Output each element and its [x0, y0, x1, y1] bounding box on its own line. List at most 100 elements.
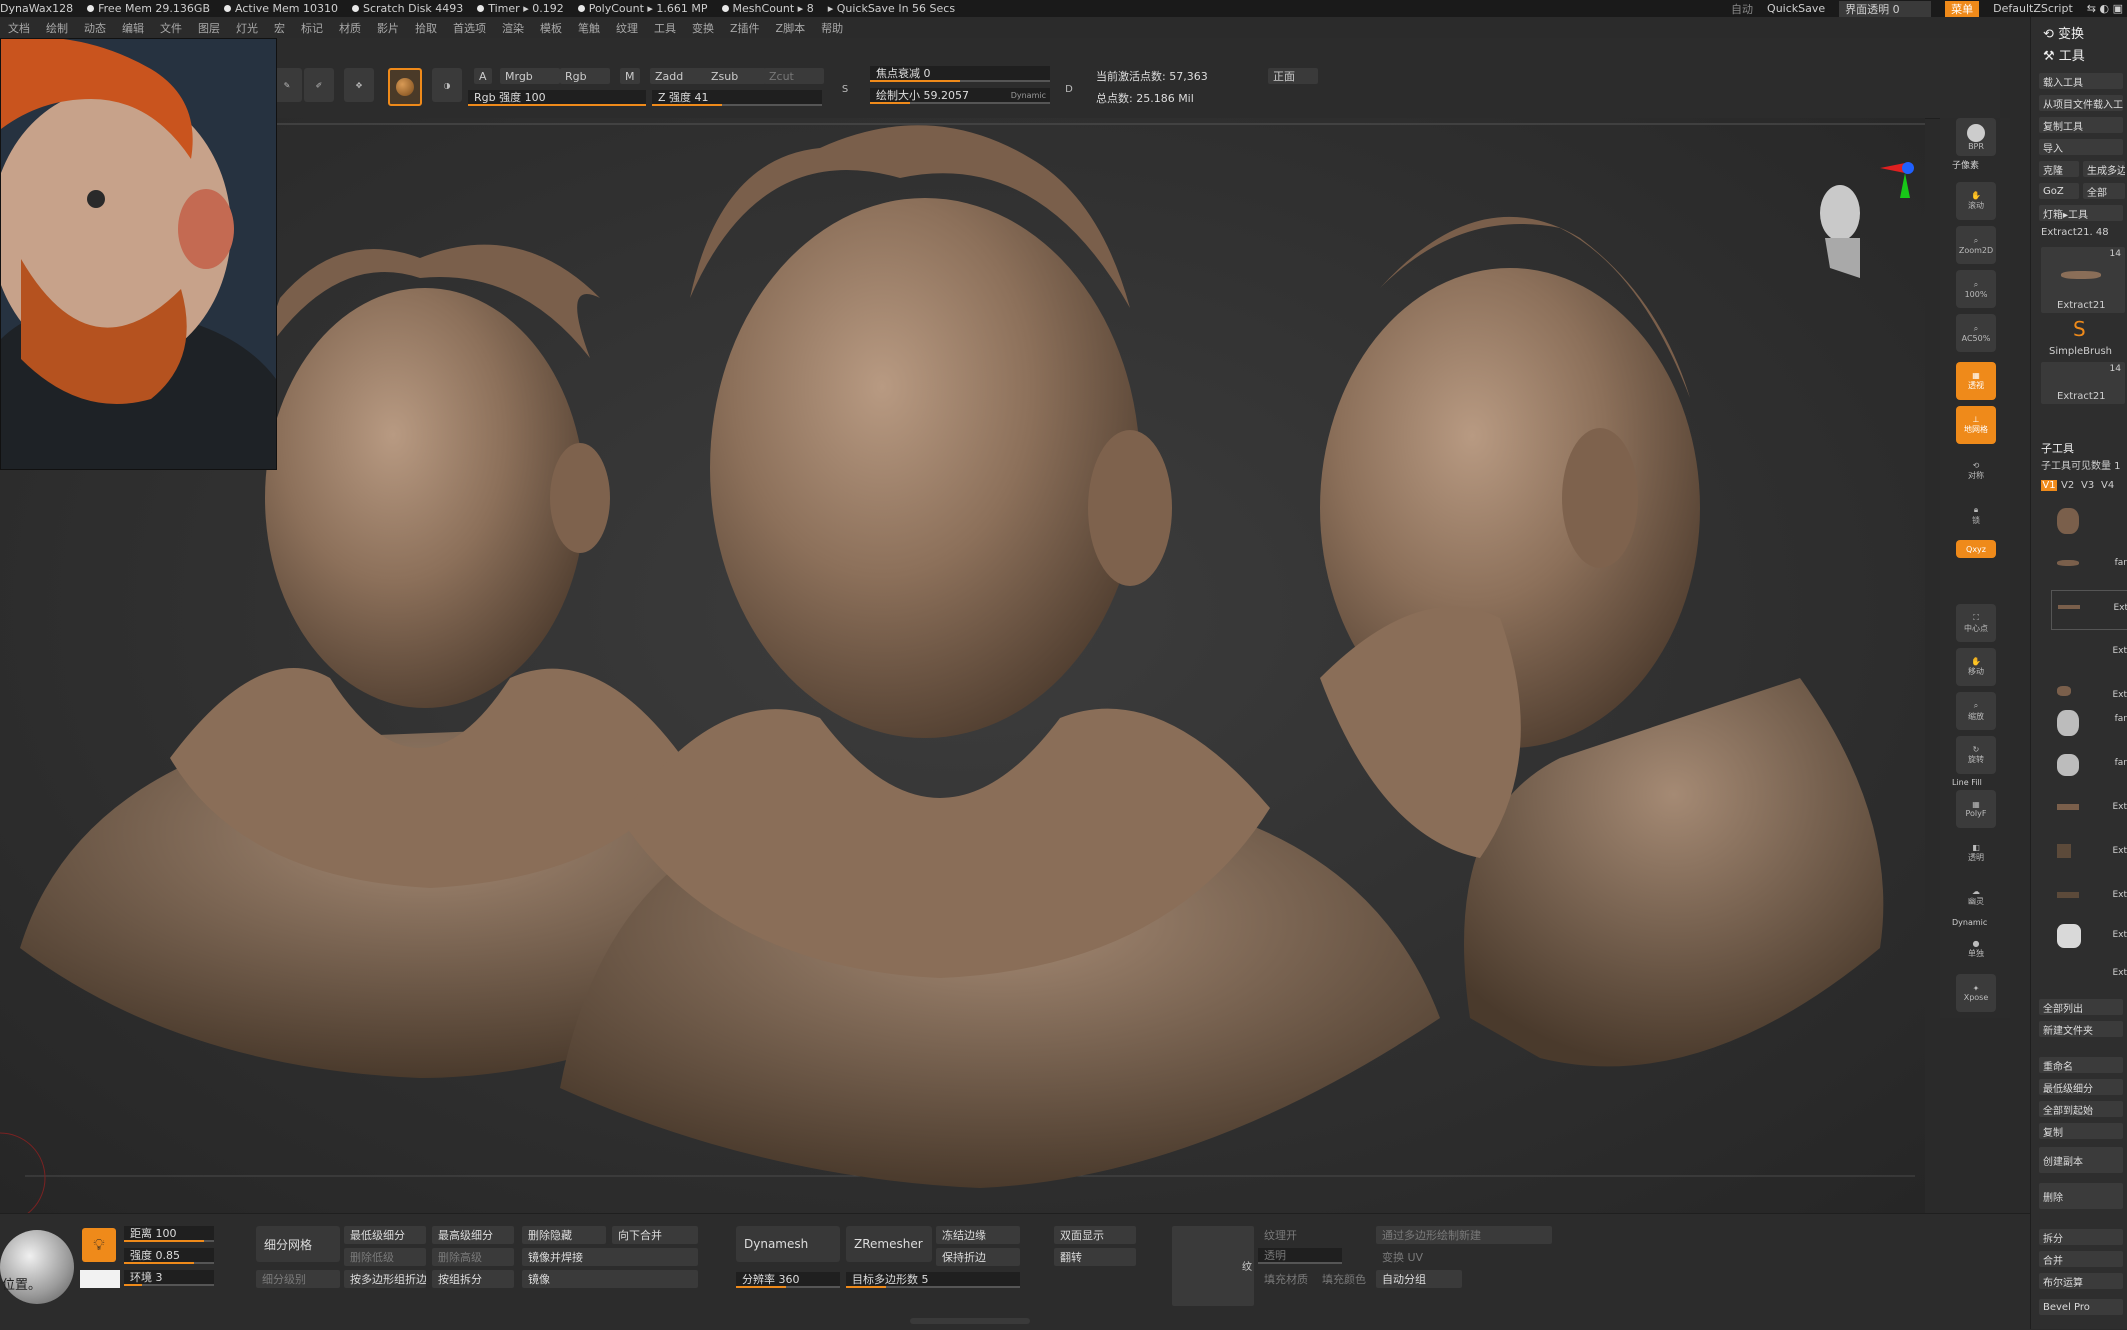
distance-slider[interactable]: 距离 100	[124, 1226, 214, 1242]
lock-button[interactable]: 🔒︎ 锁	[1956, 496, 1996, 534]
sculpt-canvas[interactable]	[0, 118, 1925, 1213]
menu-item[interactable]: 标记	[301, 20, 323, 36]
flip-button[interactable]: 翻转	[1054, 1248, 1136, 1266]
perspective-button[interactable]: ▦ 透视	[1956, 362, 1996, 400]
xpose-button[interactable]: ✦ Xpose	[1956, 974, 1996, 1012]
sdiv-slider[interactable]: 细分级别	[256, 1270, 340, 1288]
menu-item[interactable]: 帮助	[821, 20, 843, 36]
texture-button[interactable]: ◑	[432, 68, 462, 102]
menu-item[interactable]: Z插件	[730, 20, 760, 36]
texture-preview[interactable]: 纹	[1172, 1226, 1254, 1306]
zadd-toggle[interactable]: Zadd	[650, 68, 710, 84]
version-v4[interactable]: V4	[2101, 480, 2114, 491]
ghost-button[interactable]: ☁ 幽灵	[1956, 878, 1996, 916]
fill-material-button[interactable]: 填充材质	[1258, 1270, 1314, 1288]
version-v3[interactable]: V3	[2081, 480, 2094, 491]
transform-header[interactable]: ⟲ 变换	[2043, 23, 2084, 42]
subtool-header[interactable]: 子工具	[2041, 440, 2074, 456]
merge-button[interactable]: 合并	[2039, 1251, 2123, 1267]
m-toggle[interactable]: M	[620, 68, 640, 84]
menu-item[interactable]: 渲染	[502, 20, 524, 36]
lowest-subdiv-button[interactable]: 最低级细分	[344, 1226, 426, 1244]
front-view-button[interactable]: 正面	[1268, 68, 1318, 84]
new-folder-button[interactable]: 新建文件夹	[2039, 1021, 2123, 1037]
xyz-button[interactable]: Qxyz	[1956, 540, 1996, 558]
tool-thumb-b[interactable]: 14 Extract21	[2041, 362, 2125, 404]
goz-all-button[interactable]: 全部	[2083, 183, 2125, 199]
all-to-start-button[interactable]: 全部到起始	[2039, 1101, 2123, 1117]
clone-button[interactable]: 克隆	[2039, 161, 2079, 177]
subtool-row[interactable]: Ext	[2051, 918, 2127, 956]
double-sided-button[interactable]: 双面显示	[1054, 1226, 1136, 1244]
draw-size-slider[interactable]: 绘制大小 59.2057 Dynamic	[870, 88, 1050, 104]
mrgb-toggle[interactable]: Mrgb	[500, 68, 560, 84]
new-from-polypaint-button[interactable]: 通过多边形绘制新建	[1376, 1226, 1552, 1244]
subtool-row[interactable]	[2051, 502, 2127, 540]
bpr-button[interactable]: BPR	[1956, 118, 1996, 156]
load-from-project-button[interactable]: 从项目文件载入工具	[2039, 95, 2123, 111]
menu-item[interactable]: 绘制	[46, 20, 68, 36]
zoom100-button[interactable]: ⌕ 100%	[1956, 270, 1996, 308]
z-intensity-slider[interactable]: Z 强度 41	[652, 90, 822, 106]
load-tool-button[interactable]: 载入工具	[2039, 73, 2123, 89]
zcut-toggle[interactable]: Zcut	[764, 68, 824, 84]
strength-slider[interactable]: 强度 0.85	[124, 1248, 214, 1264]
default-zscript[interactable]: DefaultZScript	[1993, 2, 2073, 15]
resolution-slider[interactable]: 分辨率 360	[736, 1272, 840, 1288]
menu-item[interactable]: 拾取	[415, 20, 437, 36]
focal-shift-icon[interactable]: S	[830, 72, 860, 106]
version-v2[interactable]: V2	[2061, 480, 2074, 491]
material-button[interactable]	[388, 68, 422, 106]
texture-on-button[interactable]: 纹理开	[1258, 1226, 1342, 1244]
delete-button[interactable]: 删除	[2039, 1183, 2123, 1209]
polyf-button[interactable]: ▦ PolyF	[1956, 790, 1996, 828]
mirror-button[interactable]: 镜像	[522, 1270, 698, 1288]
copy-tool-button[interactable]: 复制工具	[2039, 117, 2123, 133]
menu-item[interactable]: 工具	[654, 20, 676, 36]
auto-groups-button[interactable]: 自动分组	[1376, 1270, 1462, 1288]
subpixel-label[interactable]: 子像素	[1952, 158, 1979, 171]
transparency-slider[interactable]: 透明	[1258, 1248, 1342, 1264]
ambient-slider[interactable]: 环境 3	[124, 1270, 214, 1286]
divide-button[interactable]: 细分网格	[256, 1226, 340, 1262]
menu-item[interactable]: 首选项	[453, 20, 486, 36]
del-lower-button[interactable]: 删除低级	[344, 1248, 426, 1266]
local-button[interactable]: ⟲ 对称	[1956, 452, 1996, 490]
rotate-button[interactable]: ↻ 旋转	[1956, 736, 1996, 774]
menu-item[interactable]: 文档	[8, 20, 30, 36]
menu-button[interactable]: 菜单	[1945, 0, 1980, 17]
subtool-row[interactable]: far	[2051, 702, 2127, 740]
subtool-row[interactable]: Ext	[2051, 634, 2127, 672]
menu-item[interactable]: 图层	[198, 20, 220, 36]
subtool-row[interactable]: Ext	[2051, 958, 2127, 992]
zsub-toggle[interactable]: Zsub	[706, 68, 766, 84]
tool-thumb-a[interactable]: 14 Extract21	[2041, 247, 2125, 313]
rgb-intensity-slider[interactable]: Rgb 强度 100	[468, 90, 646, 106]
menu-item[interactable]: 影片	[377, 20, 399, 36]
bottom-scrollbar[interactable]	[910, 1318, 1030, 1324]
menu-item[interactable]: 材质	[339, 20, 361, 36]
subtool-row[interactable]: Ext	[2051, 790, 2127, 828]
crease-pg-button[interactable]: 按多边形组折边	[344, 1270, 426, 1288]
transp-button[interactable]: ◧ 透明	[1956, 834, 1996, 872]
menu-item[interactable]: 宏	[274, 20, 285, 36]
menu-item[interactable]: 纹理	[616, 20, 638, 36]
flip-uv-button[interactable]: 变换 UV	[1376, 1248, 1462, 1266]
dynamesh-button[interactable]: Dynamesh	[736, 1226, 840, 1262]
delete-hidden-button[interactable]: 删除隐藏	[522, 1226, 606, 1244]
menu-item[interactable]: 编辑	[122, 20, 144, 36]
menu-item[interactable]: 灯光	[236, 20, 258, 36]
a-toggle[interactable]: A	[474, 68, 492, 84]
menu-item[interactable]: 动态	[84, 20, 106, 36]
reference-image[interactable]	[0, 38, 277, 470]
zremesher-button[interactable]: ZRemesher	[846, 1226, 932, 1262]
split-button[interactable]: 拆分	[2039, 1229, 2123, 1245]
light-color-swatch[interactable]	[80, 1270, 120, 1288]
rename-button[interactable]: 重命名	[2039, 1057, 2123, 1073]
mirror-and-weld-button[interactable]: 镜像并焊接	[522, 1248, 698, 1266]
light-bulb-button[interactable]: 💡︎	[82, 1228, 116, 1262]
frame-button[interactable]: ⛶ 中心点	[1956, 604, 1996, 642]
subtool-row[interactable]: far	[2051, 746, 2127, 784]
window-controls-icon[interactable]: ⇆ ◐ ▣	[2087, 2, 2123, 15]
bevel-pro-button[interactable]: Bevel Pro	[2039, 1299, 2123, 1315]
